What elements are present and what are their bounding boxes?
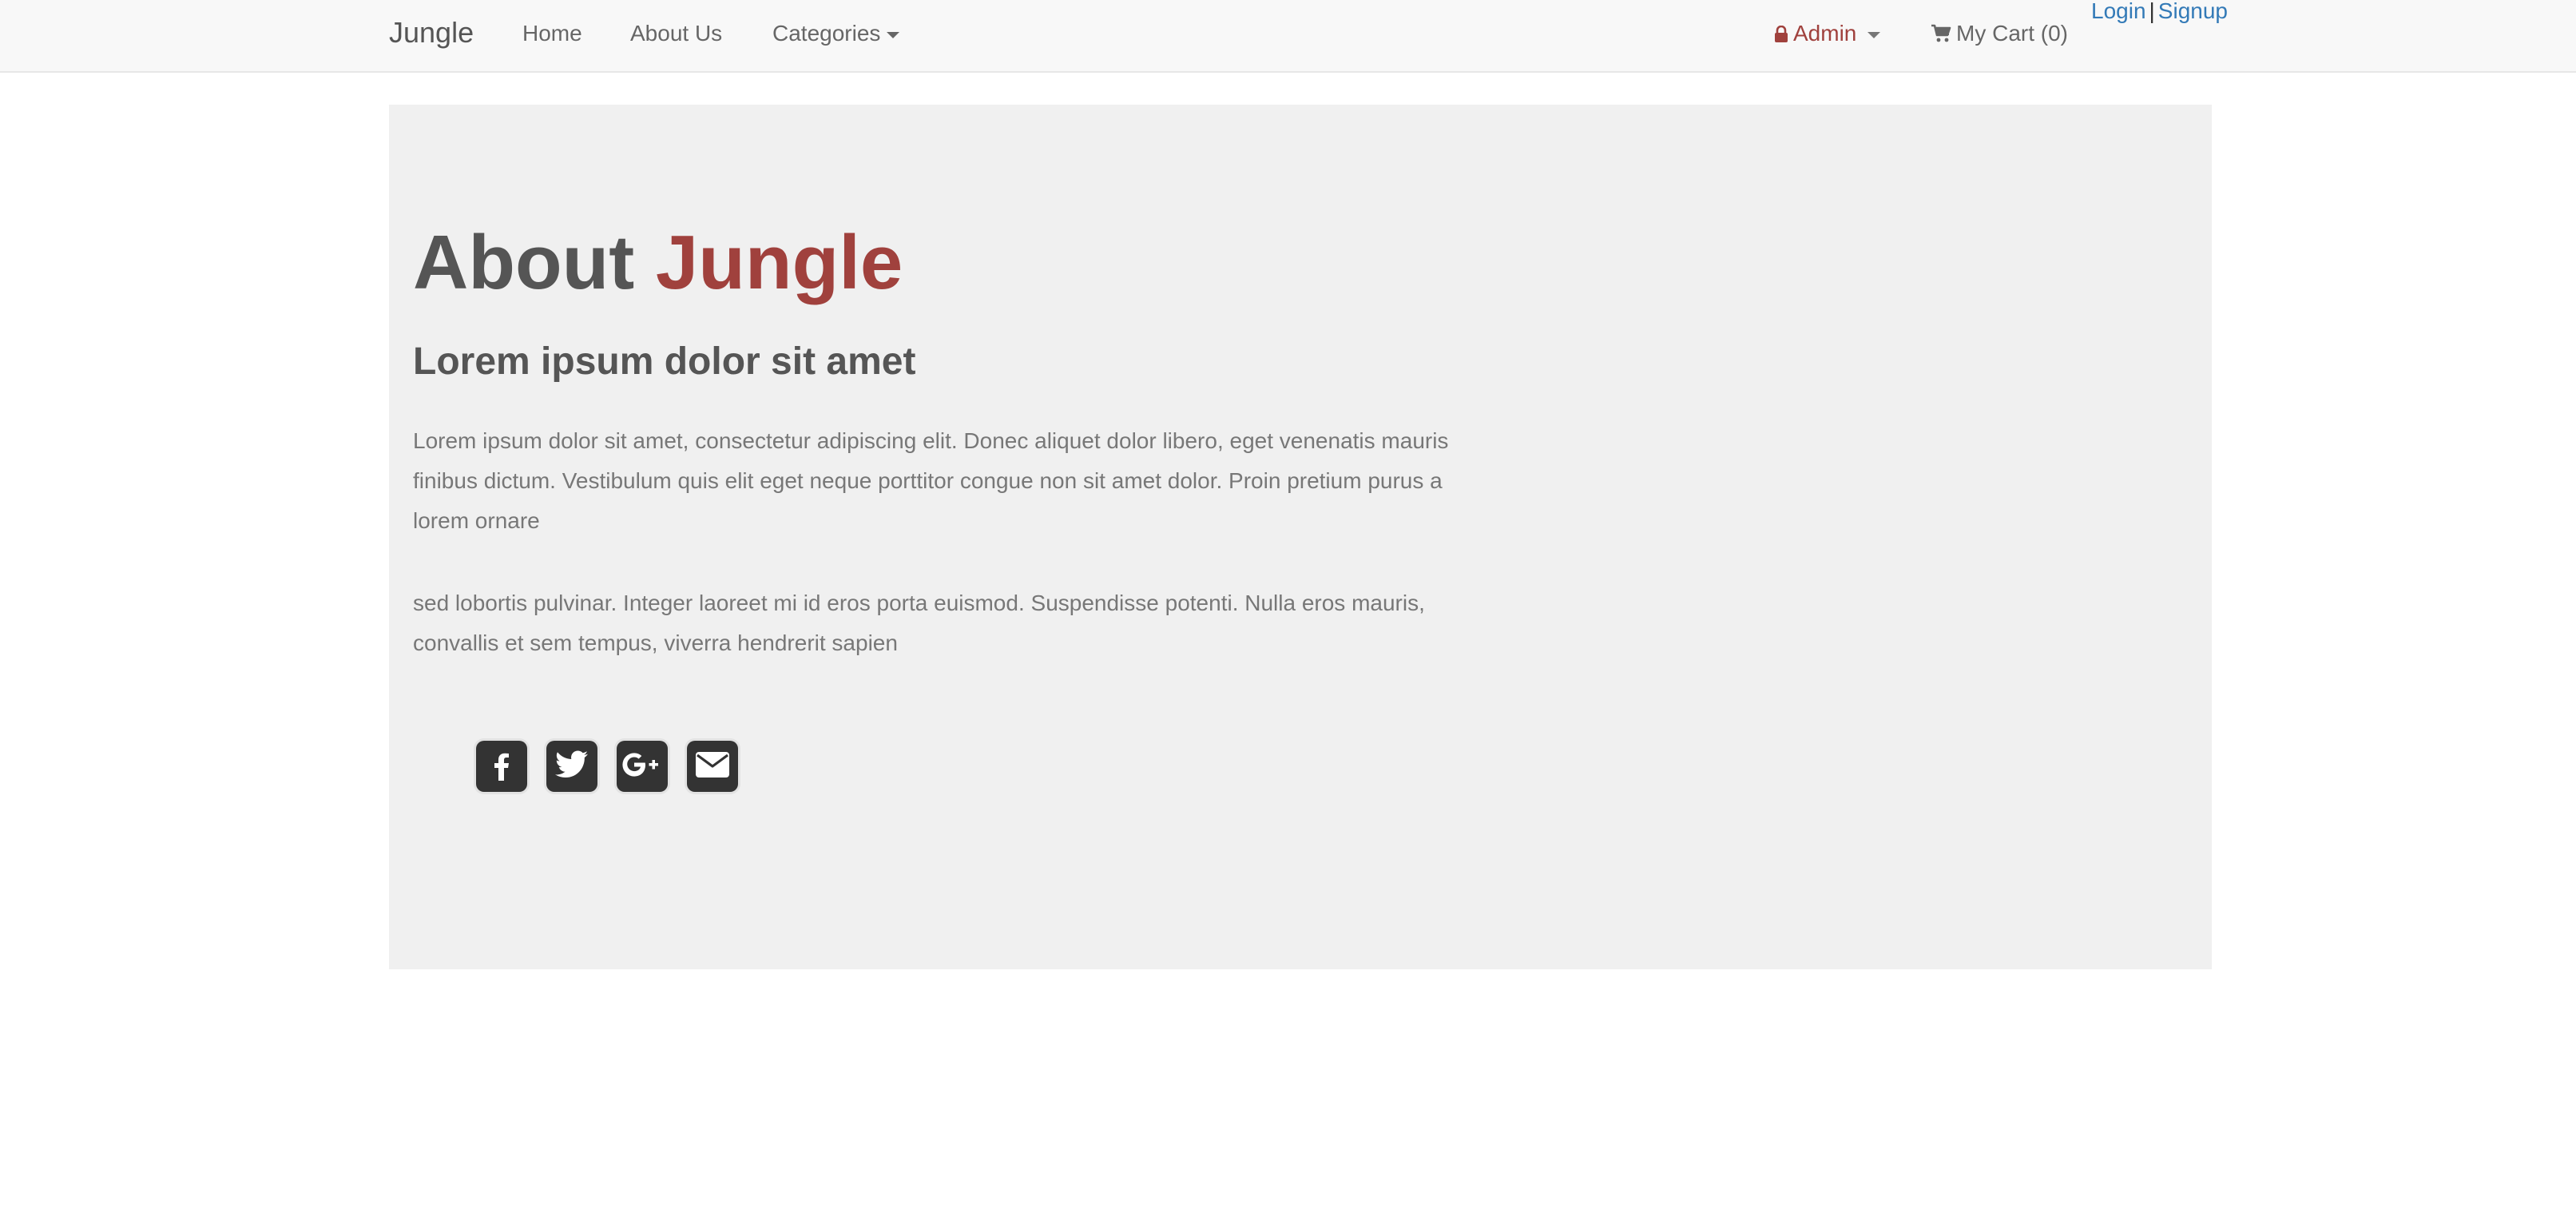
chevron-down-icon: [1868, 31, 1881, 38]
facebook-share-button[interactable]: [476, 741, 527, 792]
cart-link[interactable]: My Cart (0): [1931, 21, 2068, 49]
page-subtitle: Lorem ipsum dolor sit amet: [413, 340, 916, 383]
auth-links: Login | Signup: [2091, 0, 2228, 24]
login-link[interactable]: Login: [2091, 0, 2146, 23]
facebook-icon: [486, 749, 518, 785]
nav-categories-dropdown[interactable]: Categories: [772, 21, 900, 46]
twitter-icon: [555, 750, 589, 783]
nav-categories-label: Categories: [772, 21, 881, 46]
page-title: About Jungle: [413, 225, 903, 301]
envelope-icon: [696, 751, 729, 782]
cart-label: My Cart (0): [1956, 21, 2068, 46]
chevron-down-icon: [887, 31, 900, 38]
lock-icon: [1774, 23, 1788, 49]
signup-link[interactable]: Signup: [2158, 0, 2228, 23]
admin-label: Admin: [1793, 21, 1857, 46]
brand-link[interactable]: Jungle: [389, 16, 474, 50]
twitter-share-button[interactable]: [546, 741, 597, 792]
about-jumbotron: About Jungle Lorem ipsum dolor sit amet …: [389, 105, 2212, 969]
google-plus-share-button[interactable]: [617, 741, 668, 792]
shopping-cart-icon: [1931, 23, 1951, 49]
email-share-button[interactable]: [687, 741, 738, 792]
top-navbar: Jungle Home About Us Categories Admin My…: [0, 0, 2576, 73]
page-title-prefix: About: [413, 220, 635, 305]
nav-home[interactable]: Home: [522, 21, 582, 46]
admin-dropdown[interactable]: Admin: [1774, 21, 1881, 49]
google-plus-icon: [621, 751, 663, 782]
about-paragraph: sed lobortis pulvinar. Integer laoreet m…: [413, 591, 1425, 655]
about-paragraph: Lorem ipsum dolor sit amet, consectetur …: [413, 428, 1449, 533]
nav-about-us[interactable]: About Us: [630, 21, 722, 46]
page-title-accent: Jungle: [655, 220, 903, 305]
auth-separator: |: [2149, 0, 2155, 23]
